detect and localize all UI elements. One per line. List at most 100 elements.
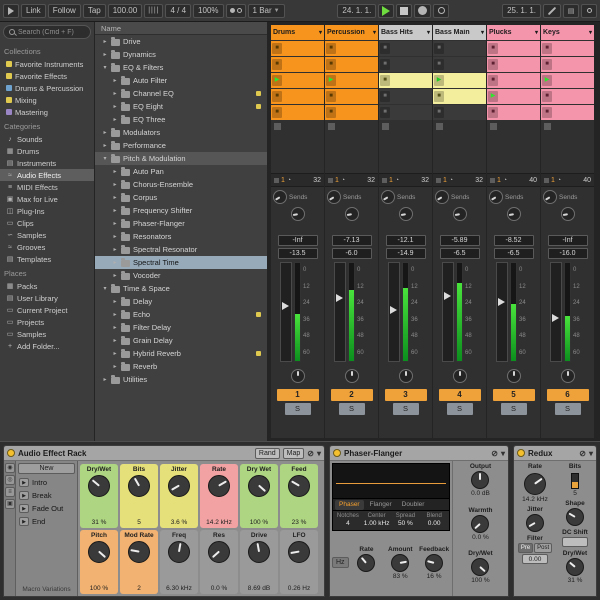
clip-slot[interactable]: ■	[541, 41, 594, 56]
browser-tree-row[interactable]: ▸ Echo	[95, 308, 267, 321]
quantization-menu[interactable]: 1 Bar▼	[248, 4, 285, 18]
browser-tree-row[interactable]: ▸ Grain Delay	[95, 334, 267, 347]
send-b-knob[interactable]	[345, 207, 359, 221]
dry-wet-value[interactable]: 31 %	[568, 577, 583, 584]
macro-knob[interactable]	[128, 541, 150, 563]
macro-knob[interactable]	[88, 475, 110, 497]
clip-slot[interactable]: ■	[379, 57, 432, 72]
pan-knob[interactable]	[453, 369, 467, 383]
track-activator-button[interactable]: 3	[385, 389, 427, 401]
disclosure-arrow-icon[interactable]: ▸	[112, 116, 118, 123]
category-item[interactable]: ≈ Audio Effects	[0, 169, 94, 181]
computer-midi-keyboard-button[interactable]: ▤	[563, 4, 579, 18]
clip-launch-button[interactable]: ■	[380, 107, 390, 118]
clip-launch-button[interactable]: ■	[488, 43, 498, 54]
param-value[interactable]: 0.00	[428, 520, 441, 527]
collection-item[interactable]: Favorite Instruments	[0, 58, 94, 70]
track-header[interactable]: Drums ▾	[271, 25, 324, 40]
macro-knob[interactable]	[208, 475, 230, 497]
tempo-field[interactable]: 100.00	[108, 4, 142, 18]
nudge-buttons[interactable]: ||||	[144, 4, 163, 18]
track-volume-value[interactable]: -7.13	[332, 235, 372, 246]
disclosure-arrow-icon[interactable]: ▸	[112, 77, 118, 84]
clip-slot[interactable]: ■	[379, 41, 432, 56]
disclosure-arrow-icon[interactable]: ▸	[112, 90, 118, 97]
clip-stop-button[interactable]	[325, 120, 378, 133]
clip-launch-button[interactable]: ■	[434, 59, 444, 70]
macro-variation-item[interactable]: ▶ Break	[18, 489, 75, 502]
bits-slider[interactable]	[571, 473, 579, 489]
midi-indicator-button[interactable]	[581, 4, 597, 18]
clip-stop-button[interactable]	[271, 120, 324, 133]
fader-handle[interactable]	[282, 302, 289, 310]
macro-knob[interactable]	[168, 475, 190, 497]
disclosure-arrow-icon[interactable]: ▸	[112, 272, 118, 279]
clip-launch-button[interactable]: ■	[326, 91, 336, 102]
macro-value[interactable]: 8.69 dB	[248, 585, 270, 592]
disclosure-arrow-icon[interactable]: ▸	[112, 363, 118, 370]
send-b-knob[interactable]	[561, 207, 575, 221]
category-item[interactable]: ♪ Sounds	[0, 133, 94, 145]
macro-knob[interactable]	[288, 475, 310, 497]
clip-slot[interactable]: ■	[487, 105, 540, 120]
solo-button[interactable]: S	[501, 403, 527, 415]
loop-start-field[interactable]: 25. 1. 1.	[502, 4, 541, 18]
macro-value[interactable]: 0.0 %	[211, 585, 228, 592]
disclosure-arrow-icon[interactable]: ▸	[112, 337, 118, 344]
time-signature-field[interactable]: 4 / 4	[165, 4, 191, 18]
browser-tree-row[interactable]: ▸ Resonators	[95, 230, 267, 243]
macro-value[interactable]: 31 %	[92, 519, 107, 526]
device-title-bar[interactable]: Audio Effect Rack Rand Map ⊘ ▾	[4, 446, 324, 461]
disclosure-arrow-icon[interactable]: ▸	[112, 298, 118, 305]
macro-value[interactable]: 100 %	[90, 585, 108, 592]
browser-tree-row[interactable]: ▸ Hybrid Reverb	[95, 347, 267, 360]
fold-device-icon[interactable]: ▾	[589, 449, 593, 458]
clip-launch-button[interactable]: ▶	[434, 75, 444, 86]
rand-button[interactable]: Rand	[255, 448, 280, 459]
macro-value[interactable]: 2	[137, 585, 141, 592]
pan-knob[interactable]	[507, 369, 521, 383]
browser-tree-row[interactable]: ▾ Pitch & Modulation	[95, 152, 267, 165]
clip-launch-button[interactable]: ■	[434, 43, 444, 54]
record-button[interactable]	[414, 4, 431, 18]
show-macros-toggle[interactable]: ◎	[5, 475, 15, 485]
param-value[interactable]: 4	[346, 520, 350, 527]
fader-handle[interactable]	[336, 294, 343, 302]
volume-fader[interactable]	[496, 262, 508, 362]
clip-slot[interactable]: ■	[325, 57, 378, 72]
knob-value[interactable]: 0.0 dB	[471, 490, 490, 497]
clip-launch-button[interactable]: ■	[434, 107, 444, 118]
browser-tree-row[interactable]: ▸ Spectral Time	[95, 256, 267, 269]
collection-item[interactable]: Favorite Effects	[0, 70, 94, 82]
fader-handle[interactable]	[444, 292, 451, 300]
hot-swap-icon[interactable]: ⊘	[491, 449, 498, 458]
browser-tree-row[interactable]: ▸ Auto Filter	[95, 74, 267, 87]
pan-knob[interactable]	[399, 369, 413, 383]
clip-launch-button[interactable]: ■	[272, 91, 282, 102]
rate-knob[interactable]	[524, 473, 546, 495]
groove-amount-field[interactable]: 100%	[193, 4, 223, 18]
place-item[interactable]: ▭ Current Project	[0, 304, 94, 316]
macro-variation-item[interactable]: ▶ Fade Out	[18, 502, 75, 515]
category-item[interactable]: ▤ Templates	[0, 253, 94, 265]
clip-slot[interactable]: ▶	[271, 73, 324, 88]
clip-launch-button[interactable]: ■	[272, 59, 282, 70]
send-a-knob[interactable]	[327, 190, 341, 204]
shape-knob[interactable]	[566, 508, 584, 526]
collections-header[interactable]: Collections	[0, 43, 94, 58]
clip-slot[interactable]: ■	[487, 41, 540, 56]
browser-tree-row[interactable]: ▾ Time & Space	[95, 282, 267, 295]
volume-fader[interactable]	[550, 262, 562, 362]
filter-pre-button[interactable]: Pre	[518, 543, 533, 553]
phaser-parameter[interactable]: Blend 0.00	[420, 513, 448, 527]
category-item[interactable]: ≡ MIDI Effects	[0, 181, 94, 193]
variation-launch-icon[interactable]: ▶	[19, 478, 29, 487]
place-item[interactable]: ▭ Projects	[0, 316, 94, 328]
clip-launch-button[interactable]: ■	[272, 107, 282, 118]
browser-tree-row[interactable]: ▸ Utilities	[95, 373, 267, 386]
mode-tab[interactable]: Doubler	[398, 500, 429, 510]
disclosure-arrow-icon[interactable]: ▸	[112, 350, 118, 357]
macro-knob[interactable]	[168, 541, 190, 563]
track-volume-value[interactable]: -Inf	[278, 235, 318, 246]
variation-launch-icon[interactable]: ▶	[19, 517, 29, 526]
